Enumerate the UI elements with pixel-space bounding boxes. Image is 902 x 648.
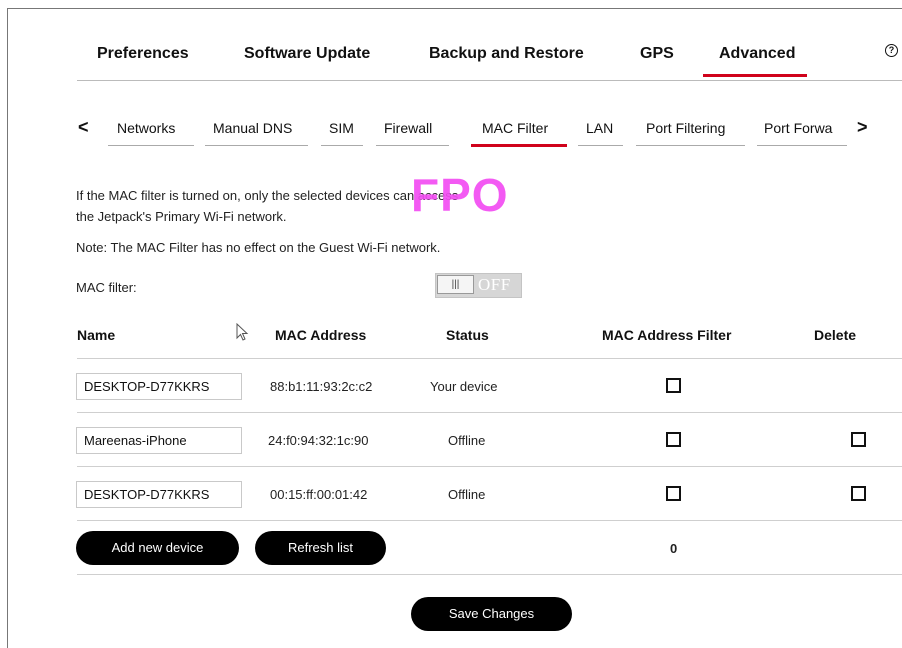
subtab-lan[interactable]: LAN — [586, 120, 613, 136]
subtab-manual-dns[interactable]: Manual DNS — [213, 120, 292, 136]
mac-filter-label: MAC filter: — [76, 280, 137, 295]
selected-count: 0 — [670, 541, 678, 556]
mouse-pointer-icon — [236, 323, 249, 341]
subtab-sim[interactable]: SIM — [329, 120, 354, 136]
subtab-firewall-underline — [376, 145, 449, 146]
mac-filter-toggle[interactable]: ||| OFF — [435, 273, 522, 298]
guest-network-note: Note: The MAC Filter has no effect on th… — [76, 240, 441, 255]
row-divider — [77, 574, 902, 575]
header-status: Status — [446, 327, 489, 343]
row-divider — [77, 358, 902, 359]
tab-software-update[interactable]: Software Update — [244, 45, 370, 63]
subtab-port-forwarding[interactable]: Port Forwa — [764, 120, 832, 136]
device-status: Offline — [448, 433, 486, 448]
delete-checkbox[interactable] — [851, 432, 866, 447]
subtab-sim-underline — [321, 145, 363, 146]
subtab-port-forwarding-underline — [757, 145, 847, 146]
subtab-firewall[interactable]: Firewall — [384, 120, 432, 136]
header-name: Name — [77, 327, 116, 343]
device-mac-address: 00:15:ff:00:01:42 — [270, 487, 368, 502]
mac-filter-checkbox[interactable] — [666, 486, 681, 501]
subtab-lan-underline — [578, 145, 623, 146]
tab-gps[interactable]: GPS — [640, 45, 674, 63]
device-name-input[interactable] — [76, 481, 242, 508]
header-delete: Delete — [814, 327, 857, 343]
subtab-port-filtering[interactable]: Port Filtering — [646, 120, 725, 136]
header-mac-address: MAC Address — [275, 327, 367, 343]
subtab-mac-filter[interactable]: MAC Filter — [482, 120, 548, 136]
device-name-input[interactable] — [76, 373, 242, 400]
device-status: Offline — [448, 487, 486, 502]
tab-preferences[interactable]: Preferences — [97, 45, 189, 63]
tab-backup-and-restore[interactable]: Backup and Restore — [429, 45, 584, 63]
subtab-port-filtering-underline — [636, 145, 745, 146]
subtab-mac-filter-underline — [471, 144, 567, 147]
header-mac-address-filter: MAC Address Filter — [602, 327, 732, 343]
toggle-state-label: OFF — [478, 275, 511, 294]
delete-checkbox[interactable] — [851, 486, 866, 501]
fpo-watermark: FPO — [411, 169, 509, 221]
subtab-networks[interactable]: Networks — [117, 120, 175, 136]
row-divider — [77, 466, 902, 467]
mac-filter-checkbox[interactable] — [666, 432, 681, 447]
top-tab-bar: Preferences Software Update Backup and R… — [77, 36, 902, 81]
mac-filter-checkbox[interactable] — [666, 378, 681, 393]
row-divider — [77, 412, 902, 413]
description-line-2: the Jetpack's Primary Wi-Fi network. — [76, 209, 287, 224]
device-name-input[interactable] — [76, 427, 242, 454]
device-mac-address: 24:f0:94:32:1c:90 — [268, 433, 369, 448]
device-mac-address: 88:b1:11:93:2c:c2 — [270, 379, 373, 394]
device-status: Your device — [430, 379, 498, 394]
description-line-1: If the MAC filter is turned on, only the… — [76, 188, 459, 203]
add-new-device-button[interactable]: Add new device — [76, 531, 239, 565]
row-divider — [77, 520, 902, 521]
frame-left-border — [7, 8, 8, 648]
subtab-manual-dns-underline — [205, 145, 308, 146]
subnav-prev-arrow-icon[interactable]: < — [78, 117, 89, 138]
subtab-networks-underline — [108, 145, 194, 146]
subnav-next-arrow-icon[interactable]: > — [857, 117, 868, 138]
frame-top-border — [7, 8, 902, 9]
save-changes-button[interactable]: Save Changes — [411, 597, 572, 631]
toggle-knob-grip-icon: ||| — [437, 275, 474, 294]
refresh-list-button[interactable]: Refresh list — [255, 531, 386, 565]
tab-advanced[interactable]: Advanced — [702, 45, 809, 77]
